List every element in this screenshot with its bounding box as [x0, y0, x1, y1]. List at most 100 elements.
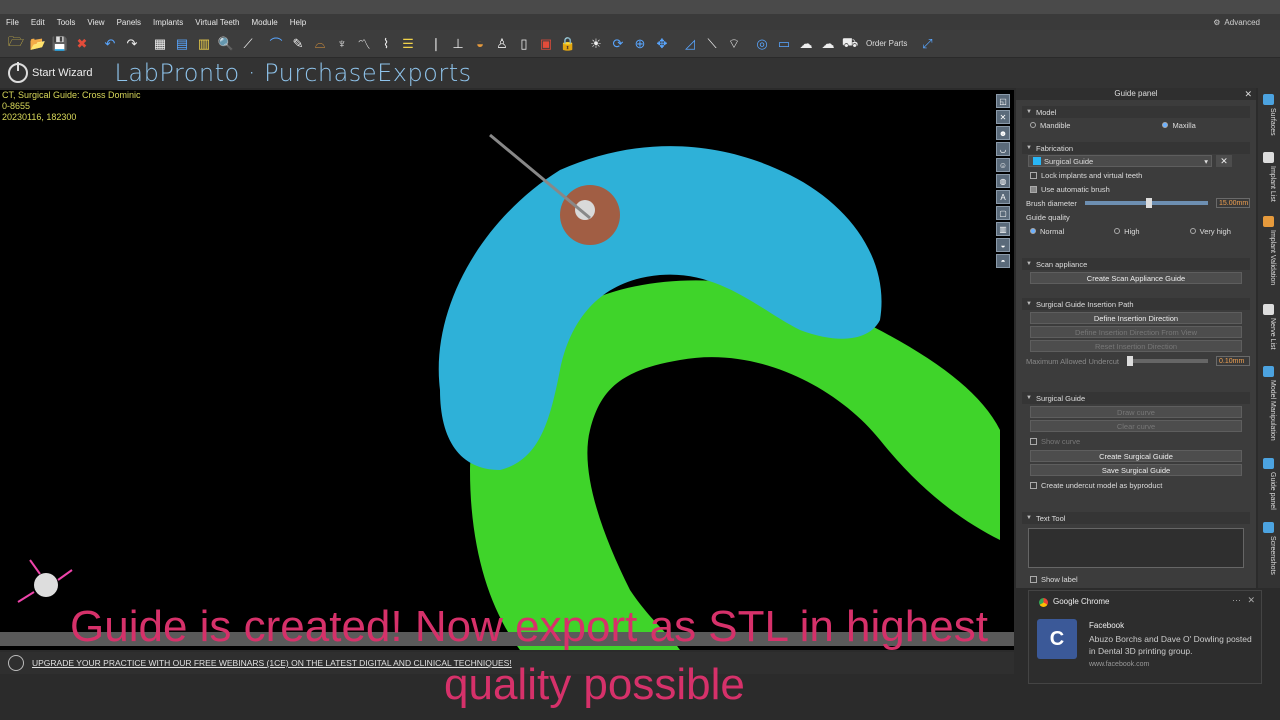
ruler-icon[interactable]: ▥ — [194, 34, 214, 54]
denture-icon[interactable]: ⌓ — [310, 34, 330, 54]
brush-diameter-slider[interactable] — [1084, 198, 1208, 208]
undercut-slider[interactable] — [1126, 356, 1208, 366]
auto-brush-checkbox[interactable] — [1030, 185, 1037, 193]
brush-icon[interactable]: ✎ — [288, 34, 308, 54]
view-jaw-icon[interactable]: ◡ — [996, 142, 1010, 156]
histogram-icon[interactable]: ◿ — [680, 34, 700, 54]
wrench-icon[interactable]: ✕ — [1216, 155, 1232, 167]
menu-edit[interactable]: Edit — [25, 18, 51, 27]
menu-help[interactable]: Help — [284, 18, 312, 27]
create-scan-appliance-button[interactable]: Create Scan Appliance Guide — [1030, 272, 1242, 284]
order-parts-label[interactable]: Order Parts — [866, 39, 907, 48]
view-slice-icon[interactable]: ▥ — [996, 222, 1010, 236]
brush-diameter-value[interactable]: 15.00mm — [1216, 198, 1250, 208]
table-icon[interactable]: ▭ — [774, 34, 794, 54]
drill-icon[interactable]: ⊥ — [448, 34, 468, 54]
arch-icon[interactable]: ⌒ — [266, 34, 286, 54]
menu-implants[interactable]: Implants — [147, 18, 189, 27]
lock-icon[interactable]: 🔒 — [558, 34, 578, 54]
teeth-icon[interactable]: ♆ — [332, 34, 352, 54]
view-cross-icon[interactable]: ✕ — [996, 110, 1010, 124]
draw-curve-button[interactable]: Draw curve — [1030, 406, 1242, 418]
promo-link[interactable]: UPGRADE YOUR PRACTICE WITH OUR FREE WEBI… — [32, 658, 512, 668]
fabrication-type-select[interactable]: Surgical Guide ▾ — [1028, 155, 1212, 167]
save-surgical-guide-button[interactable]: Save Surgical Guide — [1030, 464, 1242, 476]
text-tool-header[interactable]: ▼ Text Tool — [1022, 512, 1250, 524]
chrome-notification[interactable]: Google Chrome ··· ✕ C Facebook Abuzo Bor… — [1028, 590, 1262, 684]
view-front-icon[interactable]: ◱ — [996, 94, 1010, 108]
view-model-icon[interactable]: ◓ — [996, 254, 1010, 268]
tab-surfaces[interactable]: Surfaces — [1262, 108, 1276, 136]
open-folder-icon[interactable]: 📂 — [28, 34, 48, 54]
tab-nerve-list[interactable]: Nerve List — [1262, 318, 1276, 350]
start-wizard-button[interactable]: Start Wizard — [0, 62, 93, 83]
define-insertion-from-view-button[interactable]: Define Insertion Direction From View — [1030, 326, 1242, 338]
tooth-icon[interactable]: ♙ — [492, 34, 512, 54]
quality-very-high-radio[interactable] — [1189, 228, 1196, 234]
save-icon[interactable]: 💾 — [50, 34, 70, 54]
fabrication-section-header[interactable]: ▼ Fabrication — [1022, 142, 1250, 154]
tab-guide-panel[interactable]: Guide panel — [1262, 472, 1276, 510]
undercut-model-checkbox[interactable] — [1030, 481, 1037, 489]
layers-icon[interactable]: ▤ — [172, 34, 192, 54]
pan-icon[interactable]: ✥ — [652, 34, 672, 54]
cloud-icon[interactable]: ☁ — [796, 34, 816, 54]
quality-normal-radio[interactable] — [1030, 228, 1036, 234]
list-icon[interactable]: ☰ — [398, 34, 418, 54]
menu-panels[interactable]: Panels — [111, 18, 147, 27]
menu-virtual-teeth[interactable]: Virtual Teeth — [189, 18, 245, 27]
cart-icon[interactable]: ⛟ — [840, 34, 860, 54]
model-section-header[interactable]: ▼ Model — [1022, 106, 1250, 118]
angle-icon[interactable]: ⌔ — [724, 34, 744, 54]
rotate-icon[interactable]: ⟳ — [608, 34, 628, 54]
grid-icon[interactable]: ▦ — [150, 34, 170, 54]
view-teeth-icon[interactable]: ◒ — [996, 238, 1010, 252]
show-curve-checkbox[interactable] — [1030, 437, 1037, 445]
line-tool-icon[interactable]: ⟍ — [702, 34, 722, 54]
close-icon[interactable]: ✕ — [1247, 595, 1255, 606]
slider-thumb[interactable] — [1146, 198, 1153, 208]
zoom-icon[interactable]: 🔍 — [216, 34, 236, 54]
zoom-view-icon[interactable]: ⊕ — [630, 34, 650, 54]
define-insertion-button[interactable]: Define Insertion Direction — [1030, 312, 1242, 324]
menu-module[interactable]: Module — [245, 18, 283, 27]
lock-implants-checkbox[interactable] — [1030, 171, 1037, 179]
orientation-widget[interactable] — [34, 573, 58, 597]
slider-thumb[interactable] — [1126, 356, 1133, 366]
create-surgical-guide-button[interactable]: Create Surgical Guide — [1030, 450, 1242, 462]
show-label-checkbox[interactable] — [1030, 575, 1037, 583]
view-skull-icon[interactable]: ☻ — [996, 126, 1010, 140]
tab-screenshots[interactable]: Screenshots — [1262, 536, 1276, 575]
menu-tools[interactable]: Tools — [51, 18, 82, 27]
redo-icon[interactable]: ↷ — [122, 34, 142, 54]
mandible-radio[interactable] — [1030, 122, 1036, 128]
menu-view[interactable]: View — [81, 18, 110, 27]
brightness-icon[interactable]: ☀ — [586, 34, 606, 54]
sleeve-icon[interactable]: ▯ — [514, 34, 534, 54]
tab-implant-validation[interactable]: Implant Validation — [1262, 230, 1276, 285]
close-icon[interactable]: ✖ — [72, 34, 92, 54]
scan-appliance-header[interactable]: ▼ Scan appliance — [1022, 258, 1250, 270]
guide-icon[interactable]: ◒ — [470, 34, 490, 54]
maxilla-radio[interactable] — [1162, 122, 1169, 128]
reset-insertion-button[interactable]: Reset Insertion Direction — [1030, 340, 1242, 352]
mode-switch[interactable]: ⚙ Advanced — [1213, 18, 1280, 27]
view-face-icon[interactable]: ☺ — [996, 158, 1010, 172]
quality-high-radio[interactable] — [1114, 228, 1121, 234]
pin-icon[interactable]: ❘ — [426, 34, 446, 54]
measure-icon[interactable]: ⟋ — [238, 34, 258, 54]
nerve-icon[interactable]: 〽 — [354, 34, 374, 54]
spiral-icon[interactable]: ◎ — [752, 34, 772, 54]
menu-file[interactable]: File — [0, 18, 25, 27]
fullscreen-icon[interactable]: ⤢ — [917, 34, 937, 54]
close-icon[interactable]: ✕ — [1244, 88, 1252, 100]
view-box-icon[interactable]: ▢ — [996, 206, 1010, 220]
more-icon[interactable]: ··· — [1232, 595, 1241, 605]
view-bone-icon[interactable]: ◍ — [996, 174, 1010, 188]
tab-implant-list[interactable]: Implant List — [1262, 166, 1276, 202]
tab-model-manipulation[interactable]: Model Manipulation — [1262, 380, 1276, 441]
text-tool-input[interactable] — [1028, 528, 1244, 568]
undercut-value[interactable]: 0.10mm — [1216, 356, 1250, 366]
undo-icon[interactable]: ↶ — [100, 34, 120, 54]
insertion-path-header[interactable]: ▼ Surgical Guide Insertion Path — [1022, 298, 1250, 310]
